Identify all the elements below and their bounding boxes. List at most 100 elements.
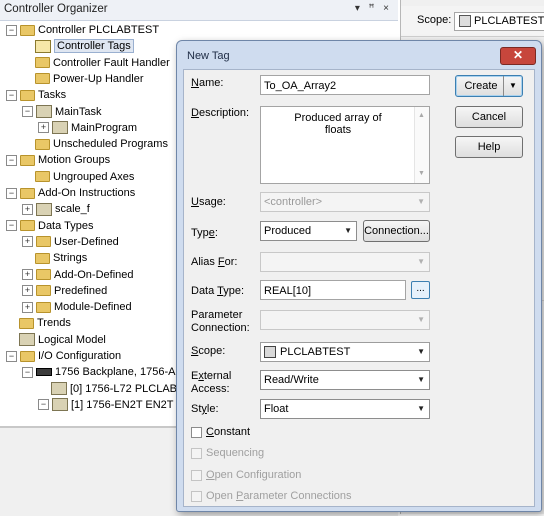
folder-icon [20,220,35,232]
name-field-value: To_OA_Array2 [264,80,337,92]
tree-item[interactable]: − Controller PLCLABTEST [6,22,159,38]
collapse-icon[interactable]: − [38,399,49,411]
tree-item[interactable]: + Predefined [22,283,107,299]
name-field[interactable]: To_OA_Array2 [260,75,430,95]
box-icon [52,121,68,135]
description-label: Description: [191,107,250,119]
tree-item[interactable]: + Add-On-Defined [22,267,134,283]
create-button[interactable]: Create ▼ [455,75,523,97]
chevron-down-icon: ▼ [417,404,425,413]
dialog-body: Name: To_OA_Array2 Description: Produced… [183,69,535,507]
scope-select[interactable]: PLCLABTEST ▼ [260,342,430,362]
chevron-down-icon: ▼ [417,375,425,384]
dialog-title: New Tag [187,50,230,62]
checkbox-box [191,490,202,502]
data-type-field[interactable]: REAL[10] [260,280,406,300]
collapse-icon[interactable]: − [6,89,17,101]
folder-icon [20,24,35,36]
organizer-title: Controller Organizer [4,3,108,15]
expand-icon[interactable]: + [22,203,33,215]
tree-item[interactable]: Controller Tags [22,38,134,54]
external-access-label: External Access: [191,370,232,395]
tree-item-label: Trends [37,317,71,330]
tree-item[interactable]: + scale_f [22,201,90,217]
expand-icon[interactable]: + [22,285,33,297]
tree-item[interactable]: − Motion Groups [6,152,110,168]
chevron-down-icon: ▼ [417,257,425,266]
cancel-button[interactable]: Cancel [455,106,523,128]
tree-item[interactable]: + User-Defined [22,234,119,250]
style-select-value: Float [264,403,289,415]
tree-item[interactable]: Controller Fault Handler [22,55,170,71]
tree-item-label: Data Types [38,219,94,232]
sequencing-checkbox: Sequencing [191,447,264,460]
folder-icon [35,57,50,69]
scope-selector[interactable]: PLCLABTEST [454,12,544,31]
expand-icon[interactable]: + [22,301,33,313]
module-icon [51,382,67,396]
collapse-icon[interactable]: − [6,220,17,232]
organizer-pane-buttons[interactable]: ▾ ꟸ × [355,3,392,14]
constant-checkbox[interactable]: Constant [191,426,250,439]
tree-item[interactable]: − MainTask [22,104,101,120]
folder-icon [36,236,51,248]
tree-item[interactable]: + Module-Defined [22,299,132,315]
tree-item[interactable]: − [1] 1756-EN2T EN2T [38,397,174,413]
data-type-browse-button[interactable]: ... [411,281,430,299]
description-field[interactable]: Produced array of floats ▲ ▼ [260,106,430,184]
folder-icon [35,138,50,150]
name-label: Name: [191,77,224,89]
style-select[interactable]: Float ▼ [260,399,430,419]
expand-icon[interactable]: + [38,122,49,134]
checkbox-box [191,469,202,481]
tree-item-label: Add-On-Defined [54,268,134,281]
collapse-icon[interactable]: − [22,106,33,118]
tree-item-label: Motion Groups [38,154,111,167]
description-line-2: floats [324,124,352,136]
tree-item[interactable]: − I/O Configuration [6,348,121,364]
box-icon [19,333,35,347]
expand-icon[interactable]: + [22,236,33,248]
tree-item[interactable]: − Add-On Instructions [6,185,135,201]
scope-selector-value: PLCLABTEST [474,15,544,27]
folder-icon [35,171,50,183]
close-icon: ✕ [512,48,524,62]
external-access-select[interactable]: Read/Write ▼ [260,370,430,390]
chevron-down-icon: ▼ [344,226,352,235]
chevron-down-icon[interactable]: ▼ [503,76,522,96]
connection-button[interactable]: Connection... [363,220,430,242]
collapse-icon[interactable]: − [6,24,17,36]
tree-item[interactable]: Logical Model [6,332,106,348]
usage-select: <controller> ▼ [260,192,430,212]
collapse-icon[interactable]: − [6,187,17,199]
tree-item[interactable]: Unscheduled Programs [22,136,168,152]
description-scrollbar[interactable]: ▲ ▼ [414,107,429,183]
tree-item[interactable]: Power-Up Handler [22,71,143,87]
tree-item-label: [0] 1756-L72 PLCLABT [70,382,184,395]
data-type-label: Data Type: [191,285,245,297]
help-button[interactable]: Help [455,136,523,158]
collapse-icon[interactable]: − [6,350,17,362]
type-select[interactable]: Produced ▼ [260,221,357,241]
tree-item[interactable]: Trends [6,315,71,331]
tree-item[interactable]: − 1756 Backplane, 1756-A7 [22,364,182,380]
tree-item[interactable]: + MainProgram [38,120,137,136]
tree-item[interactable]: Strings [22,250,87,266]
close-button[interactable]: ✕ [500,47,536,65]
tree-item[interactable]: − Tasks [6,87,66,103]
tag-icon [35,39,51,53]
tree-item[interactable]: Ungrouped Axes [22,169,134,185]
usage-label: Usage: [191,196,226,208]
new-tag-dialog: New Tag ✕ Name: To_OA_Array2 Description… [176,40,542,512]
tree-item-label: 1756 Backplane, 1756-A7 [55,366,182,379]
collapse-icon[interactable]: − [22,366,33,378]
external-access-value: Read/Write [264,374,319,386]
collapse-icon[interactable]: − [6,154,17,166]
box-icon [36,202,52,216]
expand-icon[interactable]: + [22,269,33,281]
tree-item[interactable]: − Data Types [6,218,93,234]
type-label: Type: [191,227,218,239]
tree-item[interactable]: [0] 1756-L72 PLCLABT [38,381,184,397]
tree-item-label: Strings [53,252,88,265]
style-label: Style: [191,403,219,415]
